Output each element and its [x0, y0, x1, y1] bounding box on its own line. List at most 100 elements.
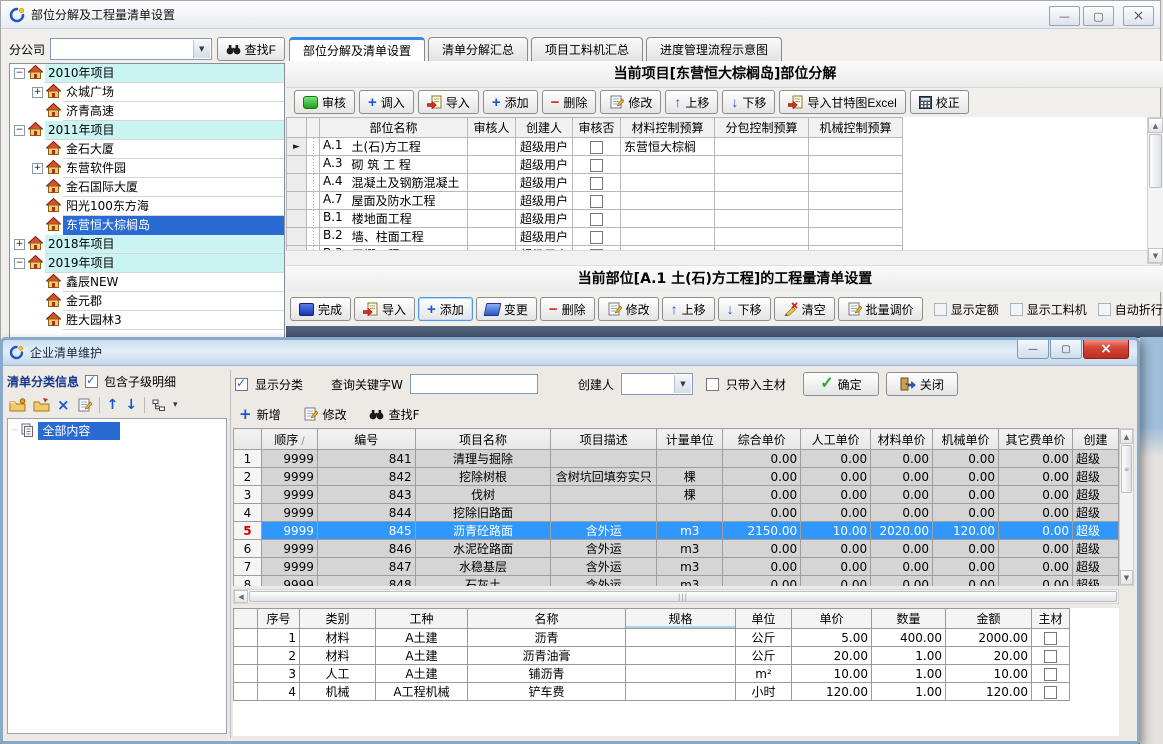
move-down-icon[interactable]: ↓: [125, 398, 137, 412]
table-row[interactable]: A.4混凝土及钢筋混凝土超级用户: [287, 174, 903, 192]
table-row[interactable]: 49999844挖除旧路面0.000.000.000.000.00超级: [234, 504, 1119, 522]
maximize-button[interactable]: ▢: [1083, 6, 1114, 26]
approved-checkbox[interactable]: [590, 159, 603, 172]
tree-item[interactable]: 金元郡: [10, 292, 284, 311]
tree-item[interactable]: +众城广场: [10, 83, 284, 102]
minus-expander-icon[interactable]: −: [14, 258, 25, 269]
find-button[interactable]: 查找F: [217, 37, 285, 61]
only-main-material-checkbox[interactable]: [706, 378, 719, 391]
column-header[interactable]: 项目描述: [551, 429, 657, 450]
delete-list-button[interactable]: −删除: [540, 297, 595, 321]
scroll-down-icon[interactable]: ▼: [1120, 570, 1133, 585]
import-gantt-excel-button[interactable]: 导入甘特图Excel: [779, 90, 905, 114]
table-row[interactable]: A.3砌 筑 工 程超级用户: [287, 156, 903, 174]
approved-checkbox[interactable]: [590, 195, 603, 208]
selected-table-row[interactable]: 59999845沥青砼路面含外运m32150.0010.002020.00120…: [234, 522, 1119, 540]
column-header[interactable]: 其它费单价: [999, 429, 1073, 450]
column-header[interactable]: 人工单价: [801, 429, 871, 450]
show-category-checkbox[interactable]: [235, 378, 248, 391]
minus-expander-icon[interactable]: −: [14, 68, 25, 79]
tab-labor-summary[interactable]: 项目工料机汇总: [531, 37, 643, 61]
tree-item[interactable]: +2018年项目: [10, 235, 284, 254]
column-header[interactable]: 编号: [317, 429, 415, 450]
table-row[interactable]: B.2墙、柱面工程超级用户: [287, 228, 903, 246]
table-row[interactable]: 69999846水泥砼路面含外运m30.000.000.000.000.00超级: [234, 540, 1119, 558]
finish-button[interactable]: 完成: [290, 297, 351, 321]
approved-checkbox[interactable]: [590, 213, 603, 226]
table-row[interactable]: 79999847水稳基层含外运m30.000.000.000.000.00超级: [234, 558, 1119, 576]
table-row[interactable]: A.7屋面及防水工程超级用户: [287, 192, 903, 210]
column-header[interactable]: 计量单位: [657, 429, 723, 450]
approved-checkbox[interactable]: [590, 231, 603, 244]
main-material-checkbox[interactable]: [1044, 632, 1057, 645]
minimize-button[interactable]: —: [1049, 6, 1080, 26]
list-vertical-scrollbar[interactable]: ▲ ≡ ▼: [1119, 428, 1134, 586]
tab-parts-setup[interactable]: 部位分解及清单设置: [289, 37, 425, 61]
scroll-left-icon[interactable]: ◀: [234, 590, 248, 603]
keyword-input[interactable]: [410, 374, 538, 394]
approved-checkbox[interactable]: [590, 141, 603, 154]
scroll-down-icon[interactable]: ▼: [1148, 248, 1163, 263]
column-header[interactable]: 创建: [1072, 429, 1118, 450]
modify-item-button[interactable]: 修改: [303, 406, 347, 423]
close-dialog-button[interactable]: 关闭: [886, 372, 958, 396]
tree-item[interactable]: −2011年项目: [10, 121, 284, 140]
plus-expander-icon[interactable]: +: [14, 239, 25, 250]
show-quota-checkbox[interactable]: [934, 303, 947, 316]
panel-divider[interactable]: [230, 370, 231, 738]
close-button[interactable]: ×: [1123, 6, 1154, 26]
import-list-button[interactable]: 导入: [354, 297, 415, 321]
tree-item[interactable]: +东营软件园: [10, 159, 284, 178]
ok-button[interactable]: ✓ 确定: [803, 372, 879, 396]
chevron-down-icon[interactable]: ▼: [193, 40, 210, 58]
main-material-checkbox[interactable]: [1044, 668, 1057, 681]
category-tree-root[interactable]: ┈ 全部内容: [8, 421, 226, 440]
move-down-button[interactable]: ↓下移: [722, 90, 775, 114]
delete-button[interactable]: −删除: [542, 90, 597, 114]
tree-item[interactable]: 鑫辰NEW: [10, 273, 284, 292]
batch-price-button[interactable]: 批量调价: [838, 297, 923, 321]
scroll-up-icon[interactable]: ▲: [1120, 429, 1133, 444]
list-horizontal-scrollbar[interactable]: ◀ |||: [233, 589, 1119, 604]
scrollbar-thumb[interactable]: ≡: [1121, 445, 1132, 493]
tree-item[interactable]: −2019年项目: [10, 254, 284, 273]
delete-category-icon[interactable]: ×: [57, 398, 70, 413]
tree-item[interactable]: 胜大园林3: [10, 311, 284, 330]
creator-combobox[interactable]: ▼: [621, 373, 693, 395]
auto-wrap-checkbox[interactable]: [1098, 303, 1111, 316]
minus-expander-icon[interactable]: −: [14, 125, 25, 136]
plus-expander-icon[interactable]: +: [32, 163, 43, 174]
table-row[interactable]: 19999841清理与掘除0.000.000.000.000.00超级: [234, 450, 1119, 468]
new-folder-icon[interactable]: [9, 398, 26, 412]
move-up-list-button[interactable]: ↑上移: [662, 297, 715, 321]
modify-list-button[interactable]: 修改: [598, 297, 659, 321]
main-material-checkbox[interactable]: [1044, 686, 1057, 699]
tab-progress-flow[interactable]: 进度管理流程示意图: [646, 37, 782, 61]
dialog-minimize-button[interactable]: —: [1017, 340, 1049, 359]
table-row[interactable]: ►A.1土(石)方工程超级用户东营恒大棕榈: [287, 138, 903, 156]
main-material-checkbox[interactable]: [1044, 650, 1057, 663]
tree-item[interactable]: 济青高速: [10, 102, 284, 121]
modify-button[interactable]: 修改: [600, 90, 661, 114]
scrollbar-thumb[interactable]: [1149, 134, 1162, 188]
auto-wrap-option[interactable]: 自动折行: [1098, 301, 1163, 318]
column-header[interactable]: 材料单价: [871, 429, 933, 450]
scrollbar-thumb[interactable]: |||: [249, 591, 1117, 602]
tree-item[interactable]: 东营恒大棕榈岛: [10, 216, 284, 235]
column-header[interactable]: 顺序∕: [261, 429, 317, 450]
plus-expander-icon[interactable]: +: [32, 87, 43, 98]
dialog-close-button[interactable]: ×: [1083, 340, 1129, 359]
dialog-maximize-button[interactable]: ▢: [1050, 340, 1082, 359]
chevron-down-icon[interactable]: ▼: [674, 375, 691, 393]
edit-doc-icon[interactable]: [77, 398, 92, 413]
move-down-list-button[interactable]: ↓下移: [718, 297, 771, 321]
add-button[interactable]: +添加: [483, 90, 538, 114]
add-new-button[interactable]: +新增: [239, 406, 281, 423]
caret-down-icon[interactable]: ▾: [173, 400, 178, 410]
audit-button[interactable]: 审核: [294, 90, 355, 114]
approved-checkbox[interactable]: [590, 177, 603, 190]
scroll-up-icon[interactable]: ▲: [1148, 118, 1163, 133]
tab-list-summary[interactable]: 清单分解汇总: [428, 37, 528, 61]
column-header[interactable]: 机械单价: [933, 429, 999, 450]
table-row[interactable]: 39999843伐树棵0.000.000.000.000.00超级: [234, 486, 1119, 504]
